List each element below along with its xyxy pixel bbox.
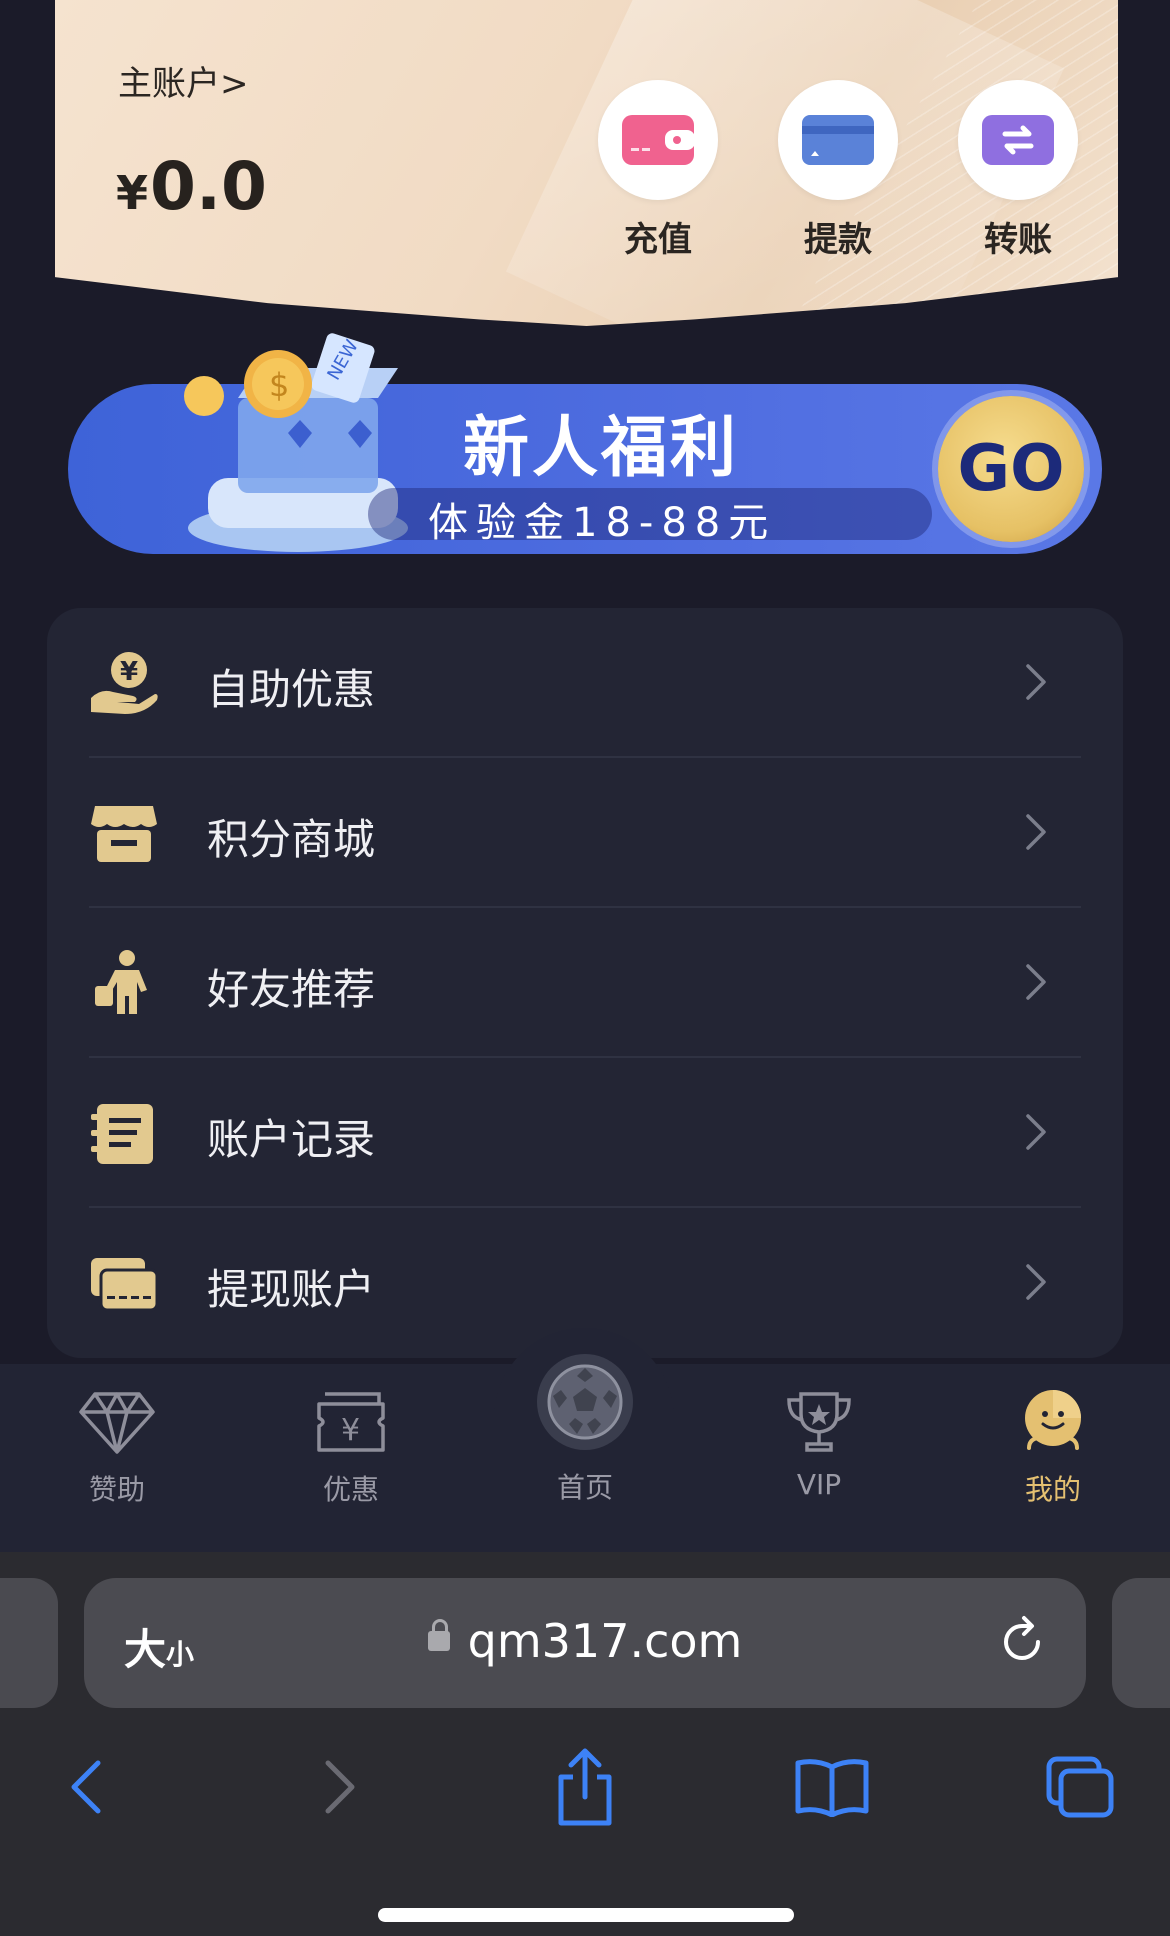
tab-label: 优惠 — [322, 1473, 379, 1506]
svg-text:¥: ¥ — [120, 657, 138, 687]
menu-item-label: 账户记录 — [207, 1115, 376, 1164]
reload-icon[interactable] — [994, 1614, 1050, 1670]
chevron-left-icon — [71, 1760, 101, 1814]
tab-label: 首页 — [556, 1471, 613, 1504]
tab-mine[interactable]: 我的 — [988, 1390, 1118, 1508]
cards-icon — [91, 1258, 159, 1312]
menu-item-account-records[interactable]: 账户记录 — [47, 1058, 1123, 1208]
soccer-ball-icon — [547, 1364, 623, 1440]
menu-item-label: 自助优惠 — [207, 665, 376, 714]
menu-item-label: 好友推荐 — [207, 965, 376, 1014]
chevron-right-icon — [1026, 664, 1046, 700]
balance-value: 0.0 — [150, 148, 267, 225]
tab-label: VIP — [796, 1468, 842, 1501]
diamond-icon — [79, 1392, 155, 1454]
menu-list: ¥ 自助优惠 积分商城 好友推荐 账户记录 提现账户 — [47, 608, 1123, 1358]
banner-title: 新人福利 — [463, 409, 739, 486]
chevron-right-icon — [1026, 1264, 1046, 1300]
next-tab-preview[interactable] — [1112, 1578, 1170, 1708]
transfer-button[interactable]: 转账 — [958, 80, 1078, 261]
chevron-right-icon — [1026, 814, 1046, 850]
deposit-button[interactable]: 充值 — [598, 80, 718, 261]
money-hand-icon: ¥ — [91, 652, 158, 714]
tab-home[interactable]: 首页 — [520, 1466, 650, 1506]
tab-label: 我的 — [1024, 1473, 1081, 1506]
menu-item-label: 积分商城 — [207, 815, 376, 864]
account-balance: ¥0.0 — [116, 148, 267, 225]
smiley-icon — [1025, 1390, 1081, 1450]
menu-item-refer-friend[interactable]: 好友推荐 — [47, 908, 1123, 1058]
ticket-icon: ¥ — [317, 1392, 385, 1452]
svg-text:$: $ — [269, 366, 289, 404]
chevron-right-icon — [1026, 1114, 1046, 1150]
svg-text:¥: ¥ — [341, 1413, 360, 1448]
tab-sponsor[interactable]: 赞助 — [52, 1390, 182, 1508]
newcomer-banner[interactable]: NEW $ 新人福利 体验金18-88元 GO — [68, 333, 1102, 554]
trophy-icon — [787, 1392, 851, 1452]
lock-icon — [427, 1618, 450, 1651]
menu-item-self-service-promo[interactable]: ¥ 自助优惠 — [47, 608, 1123, 758]
currency-symbol: ¥ — [116, 166, 149, 220]
forward-button[interactable] — [290, 1742, 390, 1832]
transfer-label: 转账 — [984, 220, 1052, 260]
main-account-link[interactable]: 主账户> — [118, 56, 249, 105]
tab-label: 赞助 — [88, 1473, 145, 1506]
url-text[interactable]: qm317.com — [84, 1614, 1086, 1668]
banner-subtitle: 体验金18-88元 — [428, 500, 777, 546]
share-icon — [558, 1748, 612, 1826]
notebook-icon — [91, 1104, 153, 1164]
chevron-right-icon — [1026, 964, 1046, 1000]
previous-tab-preview[interactable] — [0, 1578, 58, 1708]
address-bar[interactable]: 大小 qm317.com — [84, 1578, 1086, 1708]
banner-go-button[interactable]: GO — [938, 396, 1084, 542]
card-icon — [802, 115, 874, 165]
deposit-label: 充值 — [624, 220, 692, 260]
tab-vip[interactable]: VIP — [754, 1390, 884, 1501]
tab-home-button[interactable] — [537, 1354, 633, 1450]
tabs-icon — [1046, 1756, 1114, 1818]
person-icon — [95, 950, 147, 1014]
book-icon — [795, 1759, 869, 1817]
wallet-icon — [622, 115, 695, 165]
menu-item-points-mall[interactable]: 积分商城 — [47, 758, 1123, 908]
tab-promotions[interactable]: ¥ 优惠 — [286, 1390, 416, 1508]
tabs-button[interactable] — [1030, 1742, 1130, 1832]
withdraw-button[interactable]: 提款 — [778, 80, 898, 261]
bookmarks-button[interactable] — [782, 1742, 882, 1832]
withdraw-label: 提款 — [804, 220, 872, 260]
home-indicator — [378, 1908, 794, 1922]
share-button[interactable] — [535, 1742, 635, 1832]
chevron-right-icon — [325, 1760, 355, 1814]
shop-icon — [91, 806, 157, 862]
transfer-icon — [982, 115, 1054, 165]
back-button[interactable] — [36, 1742, 136, 1832]
menu-item-label: 提现账户 — [207, 1265, 376, 1314]
